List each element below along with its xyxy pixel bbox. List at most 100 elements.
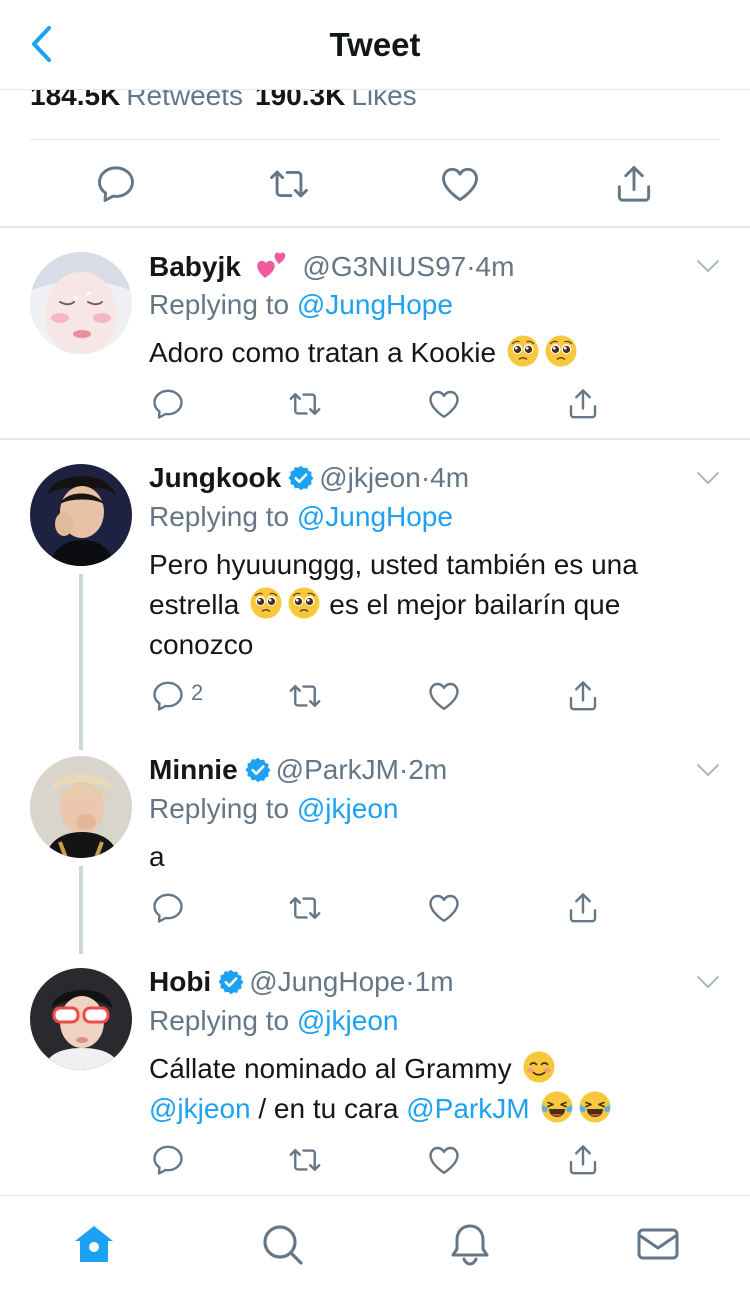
separator-dot: ·: [420, 462, 431, 493]
messages-mail-icon[interactable]: [636, 1222, 680, 1266]
nav-header: Tweet: [0, 0, 750, 90]
page-title: Tweet: [329, 26, 421, 63]
verified-badge-icon: [287, 464, 315, 492]
tweet-header: Minnie @ParkJM·2m: [149, 752, 447, 788]
search-icon[interactable]: [260, 1222, 304, 1266]
thread-line: [79, 574, 83, 750]
reply-icon[interactable]: [94, 162, 138, 206]
verified-badge-icon: [217, 968, 245, 996]
mention-link[interactable]: @ParkJM: [406, 1093, 529, 1124]
avatar-image: [30, 756, 132, 858]
divider: [30, 139, 720, 140]
avatar-image: [30, 252, 132, 354]
replying-label: Replying to: [149, 793, 290, 824]
tweet-text-content: a: [149, 841, 165, 872]
retweet-icon[interactable]: [287, 386, 323, 422]
mention-link[interactable]: @jkjeon: [297, 1005, 399, 1036]
tweet-actions: [0, 386, 750, 430]
display-name[interactable]: Minnie: [149, 754, 238, 785]
share-icon[interactable]: [565, 890, 601, 926]
replying-label: Replying to: [149, 501, 290, 532]
like-icon[interactable]: [438, 162, 482, 206]
tweet-header: Babyjk @G3NIUS97·4m: [149, 248, 514, 284]
share-icon[interactable]: [612, 162, 656, 206]
separator-dot: ·: [405, 966, 415, 997]
tweet-text-content: / en tu cara: [250, 1093, 407, 1124]
chevron-down-icon[interactable]: [694, 760, 722, 780]
timestamp[interactable]: 4m: [476, 251, 515, 282]
avatar[interactable]: [30, 252, 132, 354]
two-hearts-icon: [256, 252, 285, 278]
chevron-down-icon[interactable]: [694, 256, 722, 276]
handle[interactable]: @ParkJM: [276, 754, 399, 785]
avatar-image: [30, 464, 132, 566]
mention-link[interactable]: @JungHope: [297, 501, 453, 532]
tweet-text-content: Cállate nominado al Grammy: [149, 1053, 512, 1084]
pleading-face-emoji: [544, 334, 578, 368]
tweet-text-content: Adoro como tratan a Kookie: [149, 337, 497, 368]
handle[interactable]: @G3NIUS97: [302, 251, 466, 282]
share-icon[interactable]: [565, 678, 601, 714]
like-icon[interactable]: [426, 1142, 462, 1178]
retweet-icon[interactable]: [287, 890, 323, 926]
reply-count: 2: [191, 680, 204, 705]
reply-icon[interactable]: [150, 1142, 186, 1178]
retweet-icon[interactable]: [267, 162, 311, 206]
avatar[interactable]: [30, 756, 132, 858]
main-tweet-actions: [0, 150, 750, 220]
chevron-down-icon[interactable]: [694, 468, 722, 488]
timestamp[interactable]: 2m: [408, 754, 447, 785]
tweet-header: Hobi @JungHope·1m: [149, 964, 454, 1000]
display-name[interactable]: Jungkook: [149, 462, 281, 493]
separator-dot: ·: [466, 251, 476, 282]
like-icon[interactable]: [426, 890, 462, 926]
replying-label: Replying to: [149, 1005, 290, 1036]
retweet-icon[interactable]: [287, 1142, 323, 1178]
replying-label: Replying to: [149, 289, 290, 320]
mention-link[interactable]: @jkjeon: [297, 793, 399, 824]
verified-badge-icon: [244, 756, 272, 784]
tweet-actions: [0, 1142, 750, 1186]
avatar[interactable]: [30, 464, 132, 566]
reply-icon[interactable]: [150, 890, 186, 926]
replying-to: Replying to @JungHope: [149, 287, 453, 323]
reply-tweet[interactable]: Jungkook @jkjeon·4m Replying to @JungHope…: [0, 440, 750, 750]
reply-tweet[interactable]: Babyjk @G3NIUS97·4m Replying to @JungHop…: [0, 228, 750, 438]
tweet-text: Cállate nominado al Grammy @jkjeon / en …: [149, 1049, 709, 1129]
like-icon[interactable]: [426, 678, 462, 714]
tears-of-joy-emoji: [578, 1090, 612, 1124]
tweet-actions: 2: [0, 678, 750, 722]
share-icon[interactable]: [565, 1142, 601, 1178]
like-icon[interactable]: [426, 386, 462, 422]
reply-icon[interactable]: [150, 678, 186, 714]
reply-tweet[interactable]: Minnie @ParkJM·2m Replying to @jkjeon a: [0, 732, 750, 954]
handle[interactable]: @JungHope: [249, 966, 405, 997]
home-icon[interactable]: [72, 1222, 116, 1266]
replying-to: Replying to @jkjeon: [149, 1003, 398, 1039]
bottom-tab-bar: [0, 1195, 750, 1294]
pleading-face-emoji: [506, 334, 540, 368]
mention-link[interactable]: @JungHope: [297, 289, 453, 320]
share-icon[interactable]: [565, 386, 601, 422]
mention-link[interactable]: @jkjeon: [149, 1093, 251, 1124]
display-name[interactable]: Hobi: [149, 966, 211, 997]
avatar[interactable]: [30, 968, 132, 1070]
reply-tweet[interactable]: Hobi @JungHope·1m Replying to @jkjeon Cál…: [0, 944, 750, 1194]
chevron-down-icon[interactable]: [694, 972, 722, 992]
retweet-icon[interactable]: [287, 678, 323, 714]
tweet-header: Jungkook @jkjeon·4m: [149, 460, 469, 496]
tweet-text: a: [149, 837, 709, 877]
reply-icon[interactable]: [150, 386, 186, 422]
pleading-face-emoji: [287, 586, 321, 620]
avatar-image: [30, 968, 132, 1070]
replying-to: Replying to @JungHope: [149, 499, 453, 535]
display-name[interactable]: Babyjk: [149, 251, 241, 282]
handle[interactable]: @jkjeon: [319, 462, 421, 493]
timestamp[interactable]: 4m: [430, 462, 469, 493]
tweet-actions: [0, 890, 750, 934]
tears-of-joy-emoji: [540, 1090, 574, 1124]
separator-dot: ·: [399, 754, 409, 785]
notifications-bell-icon[interactable]: [448, 1222, 492, 1266]
timestamp[interactable]: 1m: [415, 966, 454, 997]
pleading-face-emoji: [249, 586, 283, 620]
